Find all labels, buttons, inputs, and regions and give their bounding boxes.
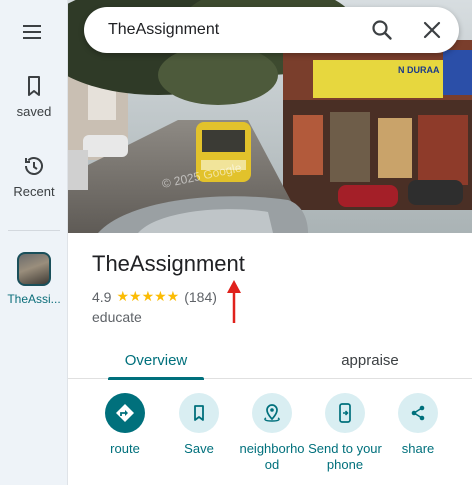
bookmark-icon	[22, 74, 46, 98]
active-tab-indicator	[108, 377, 204, 380]
tab-overview[interactable]: Overview	[108, 341, 204, 380]
sidebar-item-label: Recent	[13, 184, 55, 199]
nearby-button[interactable]: neighborho od	[232, 393, 312, 473]
close-icon[interactable]	[420, 18, 444, 42]
search-icon[interactable]	[370, 18, 394, 42]
tab-label: appraise	[341, 351, 399, 369]
place-tabs: Overview appraise	[68, 341, 472, 380]
share-button[interactable]: share	[378, 393, 458, 457]
annotation-arrow-icon	[226, 279, 242, 325]
rating-value: 4.9	[92, 288, 112, 305]
place-category[interactable]: educate	[92, 309, 142, 325]
sidebar-item-recent[interactable]: Recent	[0, 154, 68, 199]
review-count: (184)	[184, 288, 217, 305]
save-button[interactable]: Save	[159, 393, 239, 457]
tab-label: Overview	[124, 351, 188, 369]
star-rating-icon: ★★★★★	[116, 288, 180, 304]
action-label: neighborho od	[239, 441, 305, 472]
action-label: Send to your phone	[308, 441, 382, 472]
search-input[interactable]	[108, 7, 348, 53]
rating-row[interactable]: 4.9 ★★★★★ (184)	[92, 288, 217, 305]
maps-app: saved Recent TheAssi... N DURAA © 2025 G…	[0, 0, 472, 485]
send-to-phone-button[interactable]: Send to your phone	[305, 393, 385, 473]
action-label: route	[110, 441, 140, 456]
share-icon	[398, 393, 438, 433]
route-button[interactable]: route	[85, 393, 165, 457]
menu-icon[interactable]	[20, 20, 44, 44]
history-icon	[22, 154, 46, 178]
sidebar-recent-place[interactable]: TheAssi...	[0, 252, 68, 306]
action-label: share	[401, 441, 435, 456]
sidebar-item-label: saved	[16, 104, 52, 119]
place-thumbnail	[17, 252, 51, 286]
nearby-icon	[252, 393, 292, 433]
directions-icon	[105, 393, 145, 433]
tab-appraise[interactable]: appraise	[318, 341, 422, 379]
sidebar-item-saved[interactable]: saved	[0, 74, 68, 119]
search-box	[84, 7, 459, 53]
bookmark-icon	[179, 393, 219, 433]
recent-place-label: TheAssi...	[7, 292, 61, 306]
place-title: TheAssignment	[92, 251, 245, 276]
action-label: Save	[184, 441, 214, 456]
sidebar: saved Recent TheAssi...	[0, 0, 68, 485]
send-to-phone-icon	[325, 393, 365, 433]
shop-sign-text: N DURAA	[398, 65, 440, 75]
sidebar-divider	[8, 230, 60, 231]
place-panel: TheAssignment 4.9 ★★★★★ (184) educate Ov…	[68, 233, 472, 485]
